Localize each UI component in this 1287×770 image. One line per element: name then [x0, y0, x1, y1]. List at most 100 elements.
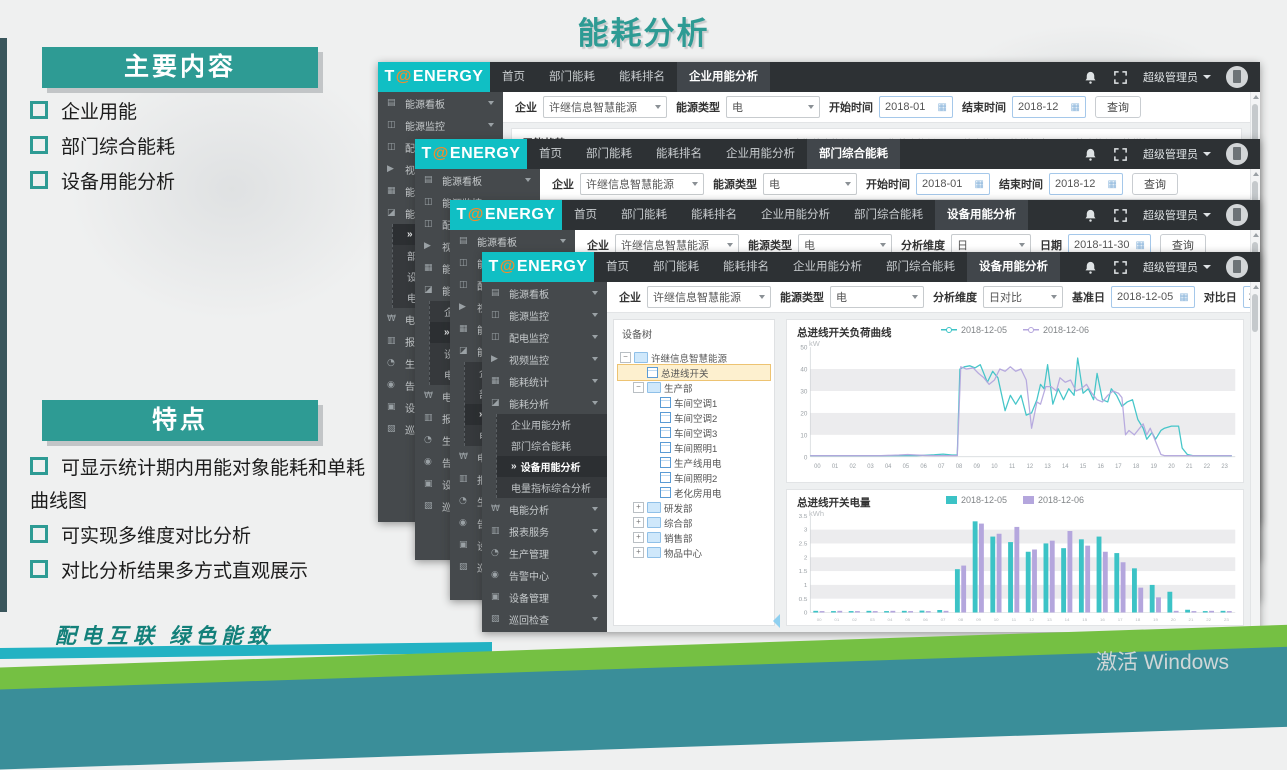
nav-tab[interactable]: 首页: [490, 62, 537, 92]
fullscreen-icon[interactable]: [1113, 208, 1128, 223]
sidebar-item[interactable]: ▦能耗统计: [482, 370, 607, 392]
nav-tab[interactable]: 部门综合能耗: [842, 200, 935, 230]
tree-node[interactable]: +物品中心: [618, 545, 770, 560]
tree-expander-icon[interactable]: +: [633, 502, 644, 513]
sidebar-item[interactable]: ▶视频监控: [482, 348, 607, 370]
fullscreen-icon[interactable]: [1113, 70, 1128, 85]
nav-tab[interactable]: 能耗排名: [679, 200, 749, 230]
user-menu[interactable]: 超级管理员: [1143, 259, 1211, 275]
scroll-up-icon[interactable]: [1253, 285, 1259, 289]
nav-tab[interactable]: 能耗排名: [644, 139, 714, 169]
sidebar-item[interactable]: ◫能源监控: [378, 114, 503, 136]
bell-icon[interactable]: [1083, 260, 1098, 275]
tree-node[interactable]: −生产部: [618, 380, 770, 395]
nav-tab[interactable]: 部门能耗: [609, 200, 679, 230]
nav-tab[interactable]: 首页: [562, 200, 609, 230]
tree-expander-icon[interactable]: +: [633, 532, 644, 543]
nav-tab[interactable]: 能耗排名: [607, 62, 677, 92]
filter-field[interactable]: 结束时间2018-12: [999, 173, 1123, 195]
filter-field[interactable]: 企业许继信息智慧能源: [619, 286, 771, 308]
filter-field[interactable]: 能源类型电: [713, 173, 857, 195]
filter-field[interactable]: 对比日2018-12-06: [1204, 286, 1250, 308]
query-button[interactable]: 查询: [1095, 96, 1141, 118]
sidebar-item[interactable]: ◪能耗分析: [482, 392, 607, 414]
tree-node[interactable]: 车间空调1: [618, 395, 770, 410]
tree-expander-icon[interactable]: −: [620, 352, 631, 363]
nav-tab[interactable]: 部门综合能耗: [874, 252, 967, 282]
sidebar-item[interactable]: ▥报表服务: [482, 520, 607, 542]
tree-node[interactable]: 车间照明1: [618, 440, 770, 455]
filter-field[interactable]: 能源类型电: [676, 96, 820, 118]
nav-tab[interactable]: 企业用能分析: [781, 252, 874, 282]
sidebar-item[interactable]: ◔生产管理: [482, 542, 607, 564]
tree-node[interactable]: +销售部: [618, 530, 770, 545]
filter-field[interactable]: 企业许继信息智慧能源: [552, 173, 704, 195]
tree-node[interactable]: 老化房用电: [618, 485, 770, 500]
nav-tab[interactable]: 部门能耗: [537, 62, 607, 92]
sidebar-item[interactable]: ▧巡回检查: [482, 608, 607, 630]
tree-node[interactable]: 生产线用电: [618, 455, 770, 470]
tree-node[interactable]: 车间空调3: [618, 425, 770, 440]
tree-node[interactable]: +综合部: [618, 515, 770, 530]
sidebar-item[interactable]: ◫能源监控: [482, 304, 607, 326]
nav-tab[interactable]: 部门能耗: [574, 139, 644, 169]
sidebar-item[interactable]: ◫配电监控: [482, 326, 607, 348]
tree-node-icon: [647, 517, 661, 528]
user-menu[interactable]: 超级管理员: [1143, 207, 1211, 223]
filter-field[interactable]: 结束时间2018-12: [962, 96, 1086, 118]
nav-tab[interactable]: 首页: [527, 139, 574, 169]
sidebar-subitem[interactable]: 电量指标综合分析: [497, 477, 607, 498]
tree-node[interactable]: 车间空调2: [618, 410, 770, 425]
fullscreen-icon[interactable]: [1113, 147, 1128, 162]
filter-field[interactable]: 开始时间2018-01: [829, 96, 953, 118]
filter-field[interactable]: 企业许继信息智慧能源: [515, 96, 667, 118]
tree-expander-icon[interactable]: −: [633, 382, 644, 393]
sidebar-item[interactable]: ▤能源看板: [482, 282, 607, 304]
sidebar-subitem[interactable]: 部门综合能耗: [497, 435, 607, 456]
filter-field[interactable]: 分析维度日对比: [933, 286, 1063, 308]
bell-icon[interactable]: [1083, 208, 1098, 223]
scrollbar[interactable]: [1250, 282, 1260, 632]
scroll-thumb[interactable]: [1252, 294, 1258, 332]
tree-node[interactable]: 车间照明2: [618, 470, 770, 485]
sidebar-item[interactable]: ▤能源看板: [378, 92, 503, 114]
field-icon: [912, 295, 918, 299]
user-menu[interactable]: 超级管理员: [1143, 69, 1211, 85]
sidebar-subitem[interactable]: 设备用能分析: [497, 456, 607, 477]
scroll-thumb[interactable]: [1252, 104, 1258, 142]
sidebar-item[interactable]: ▤能源看板: [450, 230, 575, 252]
nav-tab[interactable]: 企业用能分析: [677, 62, 770, 92]
filter-field[interactable]: 基准日2018-12-05: [1072, 286, 1195, 308]
tree-node[interactable]: +研发部: [618, 500, 770, 515]
nav-tab[interactable]: 首页: [594, 252, 641, 282]
sidebar-item[interactable]: ◉告警中心: [482, 564, 607, 586]
filter-field[interactable]: 开始时间2018-01: [866, 173, 990, 195]
tree-node[interactable]: 总进线开关: [618, 365, 770, 380]
svg-text:19: 19: [1151, 464, 1158, 470]
query-button[interactable]: 查询: [1132, 173, 1178, 195]
tree-expander-icon[interactable]: +: [633, 517, 644, 528]
nav-tab[interactable]: 企业用能分析: [749, 200, 842, 230]
fullscreen-icon[interactable]: [1113, 260, 1128, 275]
nav-tab[interactable]: 部门能耗: [641, 252, 711, 282]
filter-field[interactable]: 能源类型电: [780, 286, 924, 308]
scroll-up-icon[interactable]: [1253, 95, 1259, 99]
bell-icon[interactable]: [1083, 147, 1098, 162]
sidebar-item-icon: ₩: [424, 391, 435, 401]
sidebar-subitem[interactable]: 企业用能分析: [497, 414, 607, 435]
nav-tab[interactable]: 设备用能分析: [967, 252, 1060, 282]
nav-tab[interactable]: 企业用能分析: [714, 139, 807, 169]
tree-node[interactable]: −许继信息智慧能源: [618, 350, 770, 365]
nav-tab[interactable]: 设备用能分析: [935, 200, 1028, 230]
scroll-up-icon[interactable]: [1253, 172, 1259, 176]
collapse-handle-icon[interactable]: [773, 614, 780, 628]
sidebar-item[interactable]: ▣设备管理: [482, 586, 607, 608]
sidebar-item[interactable]: ▤能源看板: [415, 169, 540, 191]
user-menu[interactable]: 超级管理员: [1143, 146, 1211, 162]
sidebar-item[interactable]: ₩电能分析: [482, 498, 607, 520]
bell-icon[interactable]: [1083, 70, 1098, 85]
nav-tab[interactable]: 能耗排名: [711, 252, 781, 282]
scroll-up-icon[interactable]: [1253, 233, 1259, 237]
tree-expander-icon[interactable]: +: [633, 547, 644, 558]
nav-tab[interactable]: 部门综合能耗: [807, 139, 900, 169]
